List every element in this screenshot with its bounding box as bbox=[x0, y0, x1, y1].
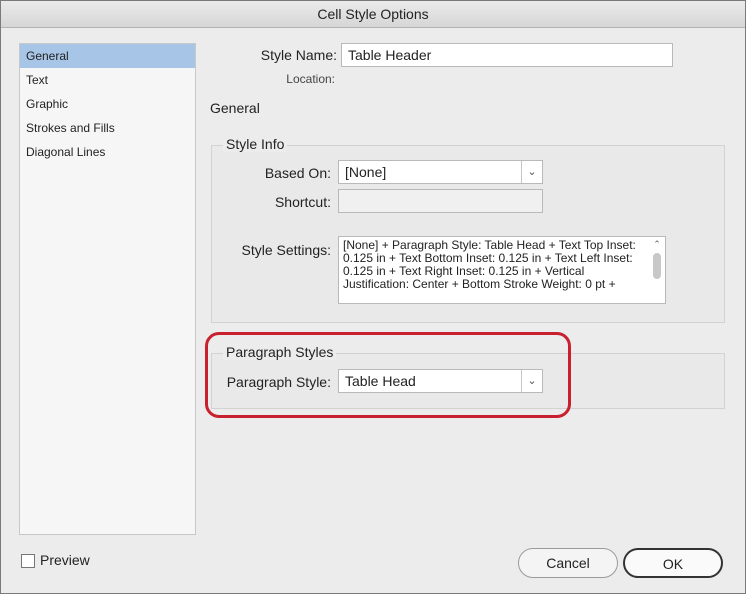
cancel-button[interactable]: Cancel bbox=[518, 548, 618, 578]
highlight-callout bbox=[205, 332, 571, 418]
style-settings-text[interactable]: [None] + Paragraph Style: Table Head + T… bbox=[338, 236, 666, 304]
based-on-value: [None] bbox=[345, 164, 387, 180]
shortcut-label: Shortcut: bbox=[274, 194, 331, 210]
sidebar: General Text Graphic Strokes and Fills D… bbox=[19, 43, 196, 535]
sidebar-item-strokes-and-fills[interactable]: Strokes and Fills bbox=[20, 116, 195, 140]
chevron-up-icon[interactable]: ⌃ bbox=[651, 239, 663, 249]
based-on-select[interactable]: [None] ⌄ bbox=[338, 160, 543, 184]
sidebar-item-general[interactable]: General bbox=[20, 44, 195, 68]
sidebar-item-text[interactable]: Text bbox=[20, 68, 195, 92]
window-title: Cell Style Options bbox=[1, 1, 745, 28]
scrollbar-thumb[interactable] bbox=[653, 253, 661, 279]
based-on-label: Based On: bbox=[264, 165, 331, 181]
style-name-label: Style Name: bbox=[260, 47, 337, 63]
style-settings-label: Style Settings: bbox=[241, 242, 332, 258]
shortcut-input[interactable] bbox=[338, 189, 543, 213]
ok-button[interactable]: OK bbox=[623, 548, 723, 578]
style-info-title: Style Info bbox=[223, 136, 288, 152]
dialog-window: Cell Style Options General Text Graphic … bbox=[0, 0, 746, 594]
sidebar-item-diagonal-lines[interactable]: Diagonal Lines bbox=[20, 140, 195, 164]
chevron-down-icon[interactable]: ⌄ bbox=[521, 161, 542, 183]
preview-label: Preview bbox=[40, 552, 90, 568]
preview-checkbox[interactable] bbox=[21, 554, 35, 568]
settings-line: Justification: Center + Bottom Stroke We… bbox=[343, 277, 616, 291]
section-title: General bbox=[210, 100, 260, 116]
style-name-input[interactable]: Table Header bbox=[341, 43, 673, 67]
location-label: Location: bbox=[286, 72, 335, 86]
settings-scrollbar[interactable]: ⌃ bbox=[651, 239, 663, 301]
sidebar-item-graphic[interactable]: Graphic bbox=[20, 92, 195, 116]
